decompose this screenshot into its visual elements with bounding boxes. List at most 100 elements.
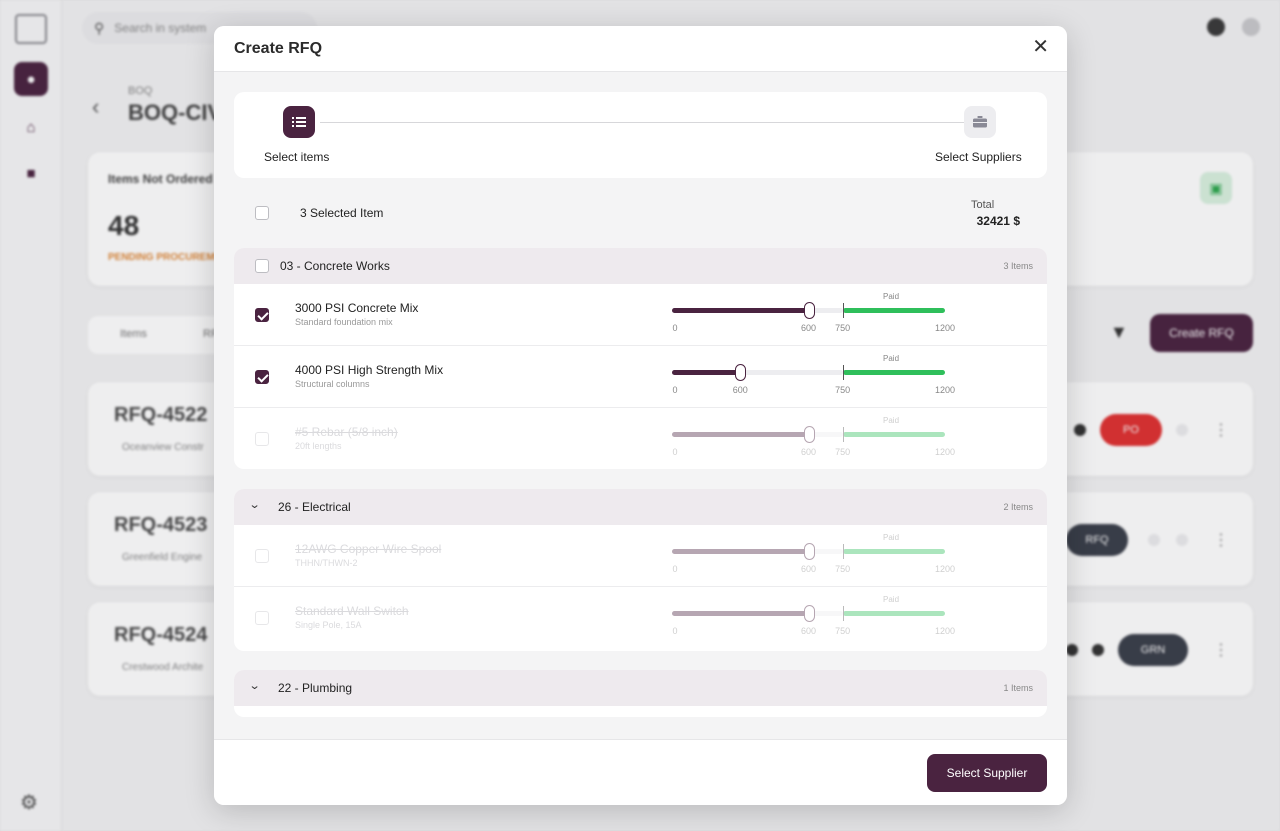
briefcase-icon[interactable] [964, 106, 996, 138]
slider-tick-label: 0 [672, 323, 678, 333]
item-desc: Structural columns [295, 379, 370, 389]
item-name: 4000 PSI High Strength Mix [295, 363, 444, 377]
slider-tick-label: 600 [800, 564, 817, 574]
paid-label: Paid [883, 595, 900, 604]
item-desc: Single Pole, 15A [295, 620, 362, 630]
select-all-checkbox[interactable] [255, 206, 269, 220]
slider-tick-label: 600 [800, 447, 817, 457]
stepper-line [320, 122, 966, 123]
group-title: 22 - Plumbing [278, 681, 353, 695]
item-checkbox [255, 432, 269, 446]
item-row: 12AWG Copper Wire Spool THHN/THWN-2 Paid 0 6… [234, 525, 1047, 587]
slider-tick-label: 0 [672, 385, 678, 395]
slider-fill [672, 308, 809, 313]
stepper: Select items Select Suppliers [234, 92, 1047, 178]
create-rfq-modal: Create RFQ ✕ Select items Select Supplie… [214, 26, 1067, 805]
item-checkbox[interactable] [255, 308, 269, 322]
paid-range [842, 611, 945, 616]
chevron-down-icon[interactable]: ⌄ [249, 498, 261, 511]
slider-tick-label: 600 [732, 385, 748, 395]
slider-tick-label: 750 [835, 564, 851, 574]
item-group: ⌄ 26 - Electrical 2 Items 12AWG Copper Wire… [234, 489, 1047, 651]
item-name: 3000 PSI Concrete Mix [295, 301, 419, 315]
paid-range [842, 308, 945, 313]
item-desc: Standard foundation mix [295, 317, 393, 327]
slider-tick-label: 750 [835, 385, 851, 395]
group-count: 2 Items [1003, 502, 1033, 512]
slider-thumb [803, 426, 815, 443]
slider-tick-label: 0 [672, 564, 678, 574]
close-icon[interactable]: ✕ [1032, 37, 1049, 57]
slider-tick-label: 750 [835, 447, 851, 457]
item-row: #5 Rebar (5/8 inch) 20ft lengths Paid 0 600 7… [234, 408, 1047, 469]
select-supplier-button[interactable]: Select Supplier [927, 754, 1047, 792]
group-title: 26 - Electrical [278, 500, 351, 514]
total-value: 32421 $ [976, 214, 1020, 228]
slider-tick-label: 0 [672, 626, 678, 636]
paid-marker [842, 365, 844, 380]
item-name: #5 Rebar (5/8 inch) [295, 425, 398, 439]
quantity-slider: Paid 0 600 750 1200 [672, 595, 955, 641]
group-title: 03 - Concrete Works [280, 259, 390, 273]
group-header[interactable]: 03 - Concrete Works 3 Items [234, 248, 1047, 284]
group-count: 3 Items [1003, 261, 1033, 271]
paid-label: Paid [883, 354, 900, 363]
slider-thumb[interactable] [803, 302, 815, 319]
slider-tick-label: 1200 [934, 564, 956, 574]
step-label-select-suppliers: Select Suppliers [935, 150, 1022, 164]
item-row: Standard Wall Switch Single Pole, 15A Paid… [234, 587, 1047, 649]
slider-tick-label: 0 [672, 447, 678, 457]
modal-header: Create RFQ ✕ [214, 26, 1067, 72]
slider-fill [672, 611, 809, 616]
item-row[interactable]: 4000 PSI High Strength Mix Structural col… [234, 346, 1047, 408]
slider-thumb[interactable] [735, 364, 747, 381]
slider-tick-label: 1200 [934, 447, 956, 457]
selected-count: 3 Selected Item [300, 206, 384, 220]
paid-marker [842, 544, 844, 559]
list-icon[interactable] [283, 106, 315, 138]
group-count: 1 Items [1003, 683, 1033, 693]
paid-range [842, 432, 945, 437]
quantity-slider: Paid 0 600 750 1200 [672, 533, 955, 579]
item-checkbox [255, 611, 269, 625]
slider-fill [672, 370, 741, 375]
step-label-select-items: Select items [264, 150, 330, 164]
item-desc: 20ft lengths [295, 441, 342, 451]
item-desc: THHN/THWN-2 [295, 558, 358, 568]
paid-label: Paid [883, 416, 900, 425]
slider-tick-label: 1200 [934, 385, 956, 395]
quantity-slider[interactable]: Paid 0 600 750 1200 [672, 292, 955, 338]
quantity-slider: Paid 0 600 750 1200 [672, 416, 955, 462]
total-label: Total [971, 199, 995, 211]
slider-tick-label: 1200 [934, 323, 956, 333]
slider-fill [672, 432, 809, 437]
selection-summary: 3 Selected Item Total 32421 $ [234, 188, 1047, 238]
slider-tick-label: 1200 [934, 626, 956, 636]
item-group: 03 - Concrete Works 3 Items 3000 PSI Concr… [234, 248, 1047, 469]
group-header[interactable]: ⌄ 26 - Electrical 2 Items [234, 489, 1047, 525]
item-checkbox[interactable] [255, 370, 269, 384]
item-checkbox [255, 549, 269, 563]
slider-tick-label: 750 [835, 626, 851, 636]
slider-tick-label: 600 [800, 626, 817, 636]
item-row[interactable]: 3000 PSI Concrete Mix Standard foundation… [234, 284, 1047, 346]
slider-tick-label: 750 [835, 323, 851, 333]
modal-title: Create RFQ [234, 40, 323, 57]
item-name: Standard Wall Switch [295, 604, 409, 618]
paid-label: Paid [883, 292, 900, 301]
paid-label: Paid [883, 533, 900, 542]
paid-marker [842, 427, 844, 442]
paid-range [842, 370, 945, 375]
item-name: 12AWG Copper Wire Spool [295, 542, 442, 556]
slider-thumb [803, 605, 815, 622]
group-header[interactable]: ⌄ 22 - Plumbing 1 Items [234, 670, 1047, 706]
paid-marker [842, 303, 844, 318]
paid-range [842, 549, 945, 554]
group-checkbox[interactable] [255, 259, 269, 273]
slider-thumb [803, 543, 815, 560]
quantity-slider[interactable]: Paid 0 600 750 1200 [672, 354, 955, 400]
paid-marker [842, 606, 844, 621]
chevron-down-icon[interactable]: ⌄ [249, 679, 261, 692]
slider-fill [672, 549, 809, 554]
slider-tick-label: 600 [800, 323, 817, 333]
